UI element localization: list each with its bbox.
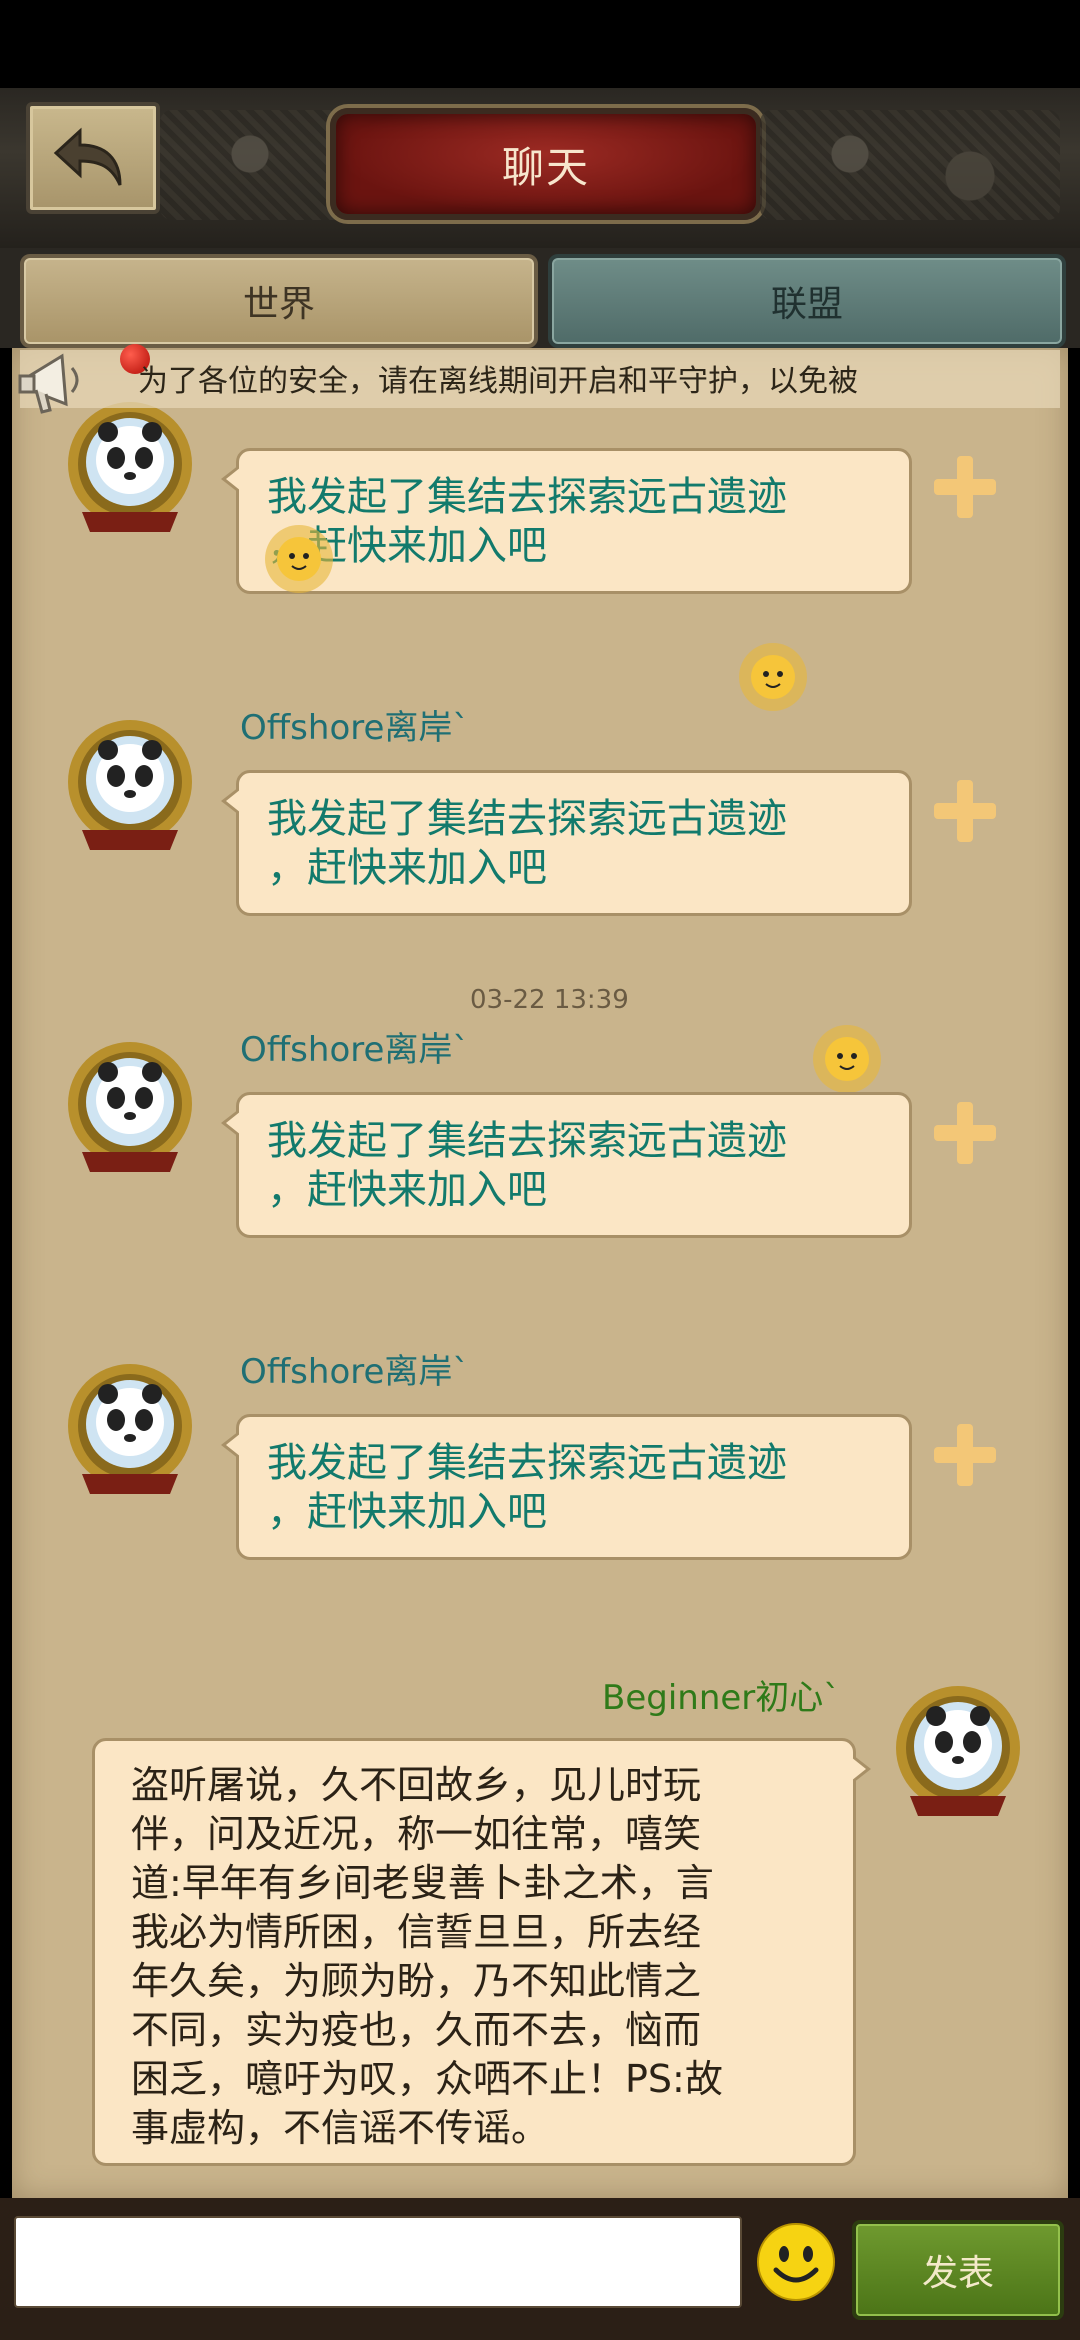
my-avatar[interactable] xyxy=(880,1676,1036,1826)
sender-name[interactable]: Offshore离岸` xyxy=(240,700,469,749)
sun-emoji-icon xyxy=(739,643,807,711)
message-line: 年久矣，为顾为盼，乃不知此情之 xyxy=(131,1959,702,2003)
timestamp: 03-22 13:39 xyxy=(470,985,629,1015)
status-bar xyxy=(0,0,1080,88)
announcement-bar[interactable]: 为了各位的安全，请在离线期间开启和平守护，以免被 xyxy=(18,344,1060,414)
message-text: ，赶快来加入吧 xyxy=(267,523,547,569)
message-line: 事虚构，不信谣不传谣。 xyxy=(131,2106,550,2150)
back-button[interactable] xyxy=(26,102,160,214)
avatar[interactable] xyxy=(52,1354,208,1504)
message-line: 道:早年有乡间老叟善卜卦之术，言 xyxy=(131,1861,714,1905)
panda-avatar-icon xyxy=(68,720,192,850)
message-text: ，赶快来加入吧 xyxy=(267,845,547,891)
message-text: 我发起了集结去探索远古遗迹 xyxy=(267,796,787,842)
join-plus-icon[interactable] xyxy=(930,776,1000,846)
message-line: 不同，实为疫也，久而不去，恼而 xyxy=(131,2008,702,2052)
tab-world[interactable]: 世界 xyxy=(20,254,538,348)
header: 聊天 xyxy=(0,88,1080,248)
my-sender-name[interactable]: Beginner初心` xyxy=(602,1670,840,1719)
message-line: 盗听屠说，久不回故乡，见儿时玩 xyxy=(131,1763,702,1807)
announcement-text: 为了各位的安全，请在离线期间开启和平守护，以免被 xyxy=(138,364,858,399)
message-text: 我发起了集结去探索远古遗迹 xyxy=(267,1440,787,1486)
message-text: ，赶快来加入吧 xyxy=(267,1167,547,1213)
emoji-picker-icon[interactable] xyxy=(756,2222,836,2302)
message-text: 我发起了集结去探索远古遗迹 xyxy=(267,474,787,520)
sender-name[interactable]: Offshore离岸` xyxy=(240,1022,469,1071)
chat-bubble[interactable]: 我发起了集结去探索远古遗迹 ，赶快来加入吧 xyxy=(221,1414,912,1560)
send-button[interactable]: 发表 xyxy=(852,2220,1064,2320)
message-input[interactable] xyxy=(14,2216,742,2308)
composer-bar: 发表 xyxy=(0,2198,1080,2340)
sun-emoji-icon xyxy=(265,525,333,593)
panda-avatar-icon xyxy=(896,1686,1020,1816)
back-arrow-icon xyxy=(53,127,122,186)
join-plus-icon[interactable] xyxy=(930,1420,1000,1490)
avatar[interactable] xyxy=(52,1032,208,1182)
panda-avatar-icon xyxy=(68,1042,192,1172)
my-chat-bubble[interactable]: 盗听屠说，久不回故乡，见儿时玩 伴，问及近况，称一如往常，嘻笑 道:早年有乡间老… xyxy=(92,1738,871,2166)
panda-avatar-icon xyxy=(68,1364,192,1494)
tab-bar: 世界 联盟 xyxy=(0,248,1080,348)
message-text: 我发起了集结去探索远古遗迹 xyxy=(267,1118,787,1164)
megaphone-icon xyxy=(18,353,79,414)
page-title: 聊天 xyxy=(330,108,762,220)
sun-emoji-icon xyxy=(813,1025,881,1093)
sender-name[interactable]: Offshore离岸` xyxy=(240,1344,469,1393)
join-plus-icon[interactable] xyxy=(930,1098,1000,1168)
message-text: ，赶快来加入吧 xyxy=(267,1489,547,1535)
message-line: 伴，问及近况，称一如往常，嘻笑 xyxy=(131,1812,702,1856)
avatar[interactable] xyxy=(52,710,208,860)
message-line: 困乏，噫吁为叹，众哂不止！PS:故 xyxy=(131,2057,723,2101)
join-plus-icon[interactable] xyxy=(930,452,1000,522)
chat-bubble[interactable]: 我发起了集结去探索远古遗迹 ，赶快来加入吧 xyxy=(221,448,912,594)
chat-bubble[interactable]: 我发起了集结去探索远古遗迹 ，赶快来加入吧 xyxy=(221,1092,912,1238)
chat-bubble[interactable]: 我发起了集结去探索远古遗迹 ，赶快来加入吧 xyxy=(221,770,912,916)
tab-alliance[interactable]: 联盟 xyxy=(548,254,1066,348)
message-line: 我必为情所困，信誓旦旦，所去经 xyxy=(131,1910,702,1954)
